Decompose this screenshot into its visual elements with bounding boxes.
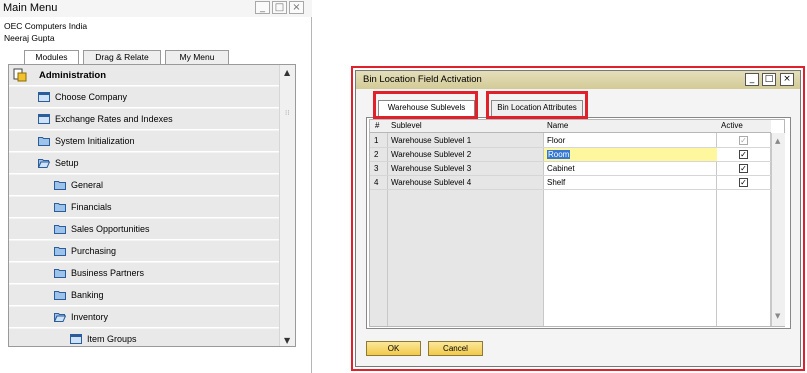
menu-item-label: Choose Company	[55, 92, 128, 102]
menu-item-administration[interactable]: Administration	[9, 65, 279, 86]
tab-highlight-box	[486, 91, 588, 119]
menu-item-label: Banking	[71, 290, 104, 300]
menu-item-business-partners[interactable]: Business Partners	[9, 263, 279, 284]
menu-item-choose-company[interactable]: Choose Company	[9, 87, 279, 108]
menu-item-label: General	[71, 180, 104, 190]
menu-item-label: Purchasing	[71, 246, 117, 256]
menu-item-label: Setup	[55, 158, 79, 168]
row-sublevel: Warehouse Sublevel 4	[388, 176, 544, 190]
scroll-grip-icon[interactable]: ⁞⁞	[285, 109, 289, 117]
sublevels-grid: # Sublevel Name Active 1 Warehouse Suble…	[369, 119, 785, 327]
maximize-button[interactable]: □	[762, 73, 776, 86]
active-checkbox[interactable]: ✓	[739, 150, 748, 159]
user-name: Neeraj Gupta	[4, 33, 55, 43]
column-header-sublevel[interactable]: Sublevel	[388, 120, 544, 133]
row-name-field[interactable]: Floor	[544, 134, 717, 148]
row-sublevel: Warehouse Sublevel 1	[388, 134, 544, 148]
main-menu-title: Main Menu	[3, 2, 58, 14]
menu-item-item-groups[interactable]: Item Groups	[9, 329, 279, 346]
column-header-active[interactable]: Active	[717, 120, 771, 133]
folder-icon	[54, 269, 66, 278]
folder-icon	[54, 225, 66, 234]
menu-item-label: Item Groups	[87, 334, 137, 344]
menu-item-label: Exchange Rates and Indexes	[55, 114, 173, 124]
menu-item-purchasing[interactable]: Purchasing	[9, 241, 279, 262]
dialog-title: Bin Location Field Activation	[363, 74, 482, 85]
row-name-field[interactable]: Shelf	[544, 176, 717, 190]
close-button[interactable]: ×	[780, 73, 794, 86]
row-sublevel: Warehouse Sublevel 2	[388, 148, 544, 162]
folder-icon	[54, 181, 66, 190]
active-checkbox[interactable]: ✓	[739, 164, 748, 173]
row-name-field-selected[interactable]: Room	[544, 148, 717, 162]
company-name: OEC Computers India	[4, 21, 88, 31]
main-menu-titlebar[interactable]: Main Menu _ □ ×	[0, 0, 312, 17]
scroll-down-arrow-icon[interactable]: ▼	[284, 336, 290, 345]
row-sublevel: Warehouse Sublevel 3	[388, 162, 544, 176]
selected-name-text: Room	[547, 150, 571, 159]
row-number: 2	[370, 148, 388, 162]
dialog-titlebar[interactable]: Bin Location Field Activation _ □ ×	[356, 71, 800, 89]
administration-icon	[13, 68, 27, 82]
scroll-up-arrow-icon[interactable]: ▲	[284, 68, 290, 77]
row-active-cell: ✓	[717, 134, 771, 148]
sublevels-panel: # Sublevel Name Active 1 Warehouse Suble…	[366, 117, 791, 329]
active-checkbox-disabled: ✓	[739, 136, 748, 145]
minimize-button[interactable]: _	[255, 1, 270, 14]
menu-item-banking[interactable]: Banking	[9, 285, 279, 306]
main-menu-window: Main Menu _ □ × OEC Computers India Neer…	[0, 0, 312, 373]
tab-drag-relate[interactable]: Drag & Relate	[83, 50, 161, 65]
window-icon	[70, 334, 82, 344]
menu-item-label: Administration	[39, 70, 107, 81]
menu-item-exchange-rates[interactable]: Exchange Rates and Indexes	[9, 109, 279, 130]
menu-item-label: Inventory	[71, 312, 109, 322]
row-active-cell: ✓	[717, 148, 771, 162]
menu-item-label: Business Partners	[71, 268, 145, 278]
menu-item-financials[interactable]: Financials	[9, 197, 279, 218]
cancel-button[interactable]: Cancel	[428, 341, 483, 356]
folder-icon	[54, 247, 66, 256]
window-icon	[38, 92, 50, 102]
menu-item-setup[interactable]: Setup	[9, 153, 279, 174]
menu-item-general[interactable]: General	[9, 175, 279, 196]
active-checkbox[interactable]: ✓	[739, 178, 748, 187]
menu-item-label: Sales Opportunities	[71, 224, 150, 234]
menu-item-label: Financials	[71, 202, 112, 212]
row-active-cell: ✓	[717, 176, 771, 190]
column-header-name[interactable]: Name	[544, 120, 717, 133]
maximize-button[interactable]: □	[272, 1, 287, 14]
row-number: 3	[370, 162, 388, 176]
folder-icon	[38, 137, 50, 146]
row-number: 1	[370, 134, 388, 148]
close-button[interactable]: ×	[289, 1, 304, 14]
folder-open-icon	[38, 159, 50, 168]
row-name-field[interactable]: Cabinet	[544, 162, 717, 176]
scroll-up-arrow-icon[interactable]: ▲	[775, 137, 780, 145]
row-active-cell: ✓	[717, 162, 771, 176]
tab-highlight-box	[373, 91, 478, 119]
menu-item-label: System Initialization	[55, 136, 135, 146]
module-tree-scrollbar[interactable]: ▲ ⁞⁞ ▼	[279, 65, 295, 346]
menu-item-system-initialization[interactable]: System Initialization	[9, 131, 279, 152]
minimize-button[interactable]: _	[745, 73, 759, 86]
folder-icon	[54, 203, 66, 212]
menu-item-sales-opportunities[interactable]: Sales Opportunities	[9, 219, 279, 240]
module-tree: Administration Choose Company Exchange R…	[8, 64, 296, 347]
scroll-down-arrow-icon[interactable]: ▼	[775, 312, 780, 320]
folder-open-icon	[54, 313, 66, 322]
window-icon	[38, 114, 50, 124]
folder-icon	[54, 291, 66, 300]
column-header-number[interactable]: #	[370, 120, 388, 133]
grid-scrollbar[interactable]: ▲ ▼	[771, 133, 785, 326]
ok-button[interactable]: OK	[366, 341, 421, 356]
tab-my-menu[interactable]: My Menu	[165, 50, 229, 65]
row-number: 4	[370, 176, 388, 190]
menu-item-inventory[interactable]: Inventory	[9, 307, 279, 328]
